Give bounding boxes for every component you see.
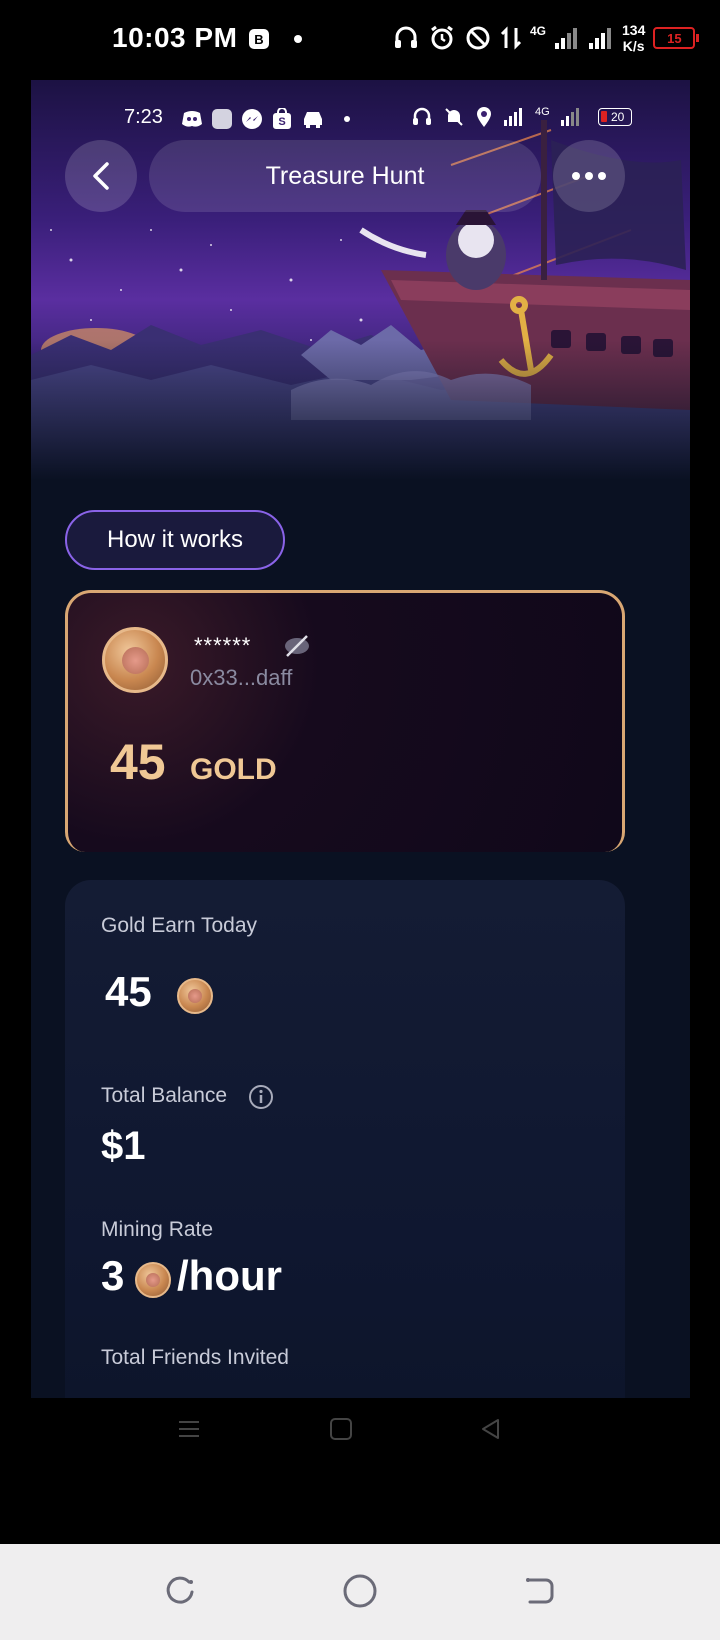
app-icon (212, 109, 232, 129)
page-title: Treasure Hunt (149, 140, 541, 212)
mining-rate-unit: /hour (177, 1252, 282, 1299)
home-square-icon[interactable] (328, 1416, 354, 1442)
network-speed: 134 K/s (622, 22, 645, 54)
car-icon (304, 112, 322, 128)
total-balance-value: $1 (101, 1124, 146, 1168)
screen-gap (0, 1460, 720, 1544)
gold-coin-icon (177, 978, 213, 1014)
outer-status-bar: 10:03 PM B 4G 134 K/s 15 (0, 0, 720, 80)
more-options-button[interactable] (553, 140, 625, 212)
gold-coin-icon (135, 1262, 171, 1298)
eye-off-icon[interactable] (282, 631, 312, 661)
total-balance-label: Total Balance (101, 1084, 228, 1107)
gold-coin-avatar (102, 627, 168, 693)
gold-balance-amount: 45 (110, 734, 166, 790)
signal-4g-label: 4G (530, 24, 547, 38)
mining-rate-value: 3 (101, 1252, 125, 1299)
recent-apps-icon[interactable] (163, 1574, 197, 1608)
signal-strength-icon-2 (589, 28, 612, 49)
notification-dot-icon (294, 35, 302, 43)
data-transfer-icon (500, 26, 522, 50)
svg-text:S: S (278, 116, 285, 128)
coin-face-icon (145, 1272, 161, 1288)
shopping-icon: S (273, 108, 291, 129)
messenger-icon (242, 109, 262, 129)
dot-icon (572, 172, 580, 180)
location-icon (477, 107, 491, 127)
signal-strength-icon-2 (560, 108, 579, 126)
back-button[interactable] (65, 140, 137, 212)
outer-system-icons: 4G 134 K/s 15 (392, 22, 700, 54)
gold-balance-unit: GOLD (190, 753, 277, 786)
menu-icon[interactable] (176, 1416, 202, 1442)
battery-icon: 15 (653, 27, 700, 49)
outer-clock: 10:03 PM (112, 22, 238, 53)
app-screen: 7:23 S 4G 20 Treasure Hunt How it works … (31, 80, 690, 1460)
hero-fade (31, 340, 690, 480)
info-icon[interactable] (248, 1084, 274, 1110)
battery-low-indicator (600, 111, 607, 122)
alarm-icon (431, 25, 453, 50)
inner-navigation-bar (31, 1398, 690, 1460)
back-triangle-icon[interactable] (478, 1416, 504, 1442)
chevron-left-icon (93, 162, 109, 190)
inner-notification-icons: S (181, 108, 350, 130)
network-speed-unit: K/s (622, 38, 645, 54)
gold-earn-today-value: 45 (105, 968, 152, 1015)
mining-rate-label: Mining Rate (101, 1218, 214, 1241)
wallet-address: 0x33...daff (190, 665, 293, 690)
discord-icon (182, 111, 202, 127)
total-friends-invited-label: Total Friends Invited (101, 1346, 289, 1369)
do-not-disturb-icon (466, 26, 490, 50)
outer-navigation-bar (0, 1544, 720, 1640)
gold-balance-card: ****** 0x33...daff 45 GOLD (65, 590, 625, 852)
coin-face-icon (121, 646, 149, 674)
svg-text:B: B (254, 32, 263, 47)
signal-strength-icon (555, 28, 578, 49)
app-notification-icon: B (249, 29, 269, 49)
inner-status-bar: 7:23 S 4G 20 (31, 100, 690, 136)
battery-level: 15 (667, 30, 682, 46)
inner-battery-icon: 20 (597, 108, 632, 126)
headphones-icon (413, 107, 431, 125)
outer-notification-icons: B (248, 28, 302, 50)
account-name: ****** (194, 633, 252, 658)
dot-icon (585, 172, 593, 180)
home-circle-icon[interactable] (341, 1572, 379, 1610)
dot-icon (598, 172, 606, 180)
inner-system-icons: 4G 20 (411, 106, 632, 128)
back-icon[interactable] (522, 1574, 556, 1608)
how-it-works-button[interactable]: How it works (65, 510, 285, 570)
inner-network-type: 4G (535, 106, 550, 118)
gold-earn-today-label: Gold Earn Today (101, 914, 258, 937)
signal-strength-icon (504, 108, 522, 126)
inner-clock: 7:23 (124, 106, 163, 128)
network-speed-value: 134 (622, 22, 646, 38)
stats-card: Gold Earn Today 45 Total Balance $1 Mini… (65, 880, 625, 1460)
inner-battery-level: 20 (611, 110, 625, 124)
coin-face-icon (187, 988, 203, 1004)
mute-bell-icon (445, 108, 463, 126)
headphones-icon (395, 26, 417, 48)
notification-dot-icon (344, 116, 350, 122)
